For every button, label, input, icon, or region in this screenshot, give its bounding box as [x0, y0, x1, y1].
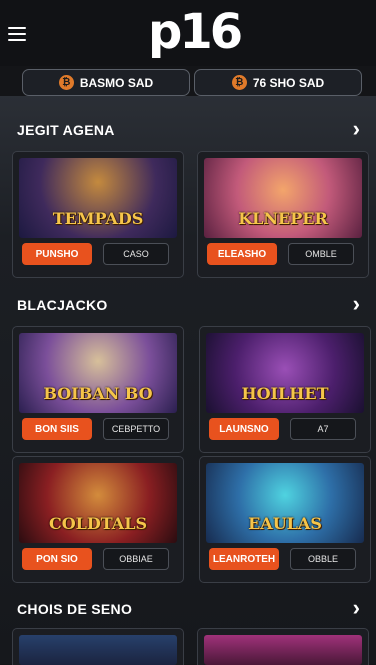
- secondary-button[interactable]: CEBPETTO: [103, 418, 169, 440]
- hamburger-menu-icon[interactable]: [8, 27, 26, 41]
- chevron-right-icon[interactable]: ›: [353, 293, 360, 315]
- play-button[interactable]: BON SIIS: [22, 418, 92, 440]
- game-title-art: COLDTALS: [48, 514, 148, 533]
- game-card[interactable]: BOIBAN BO BON SIIS CEBPETTO: [12, 326, 184, 453]
- play-button[interactable]: PUNSHO: [22, 243, 92, 265]
- game-card[interactable]: COLDTALS PON SIO OBBIAE: [12, 456, 184, 583]
- coin-icon: ₿: [231, 75, 247, 90]
- balance-pill-1[interactable]: ₿ BASMO SAD: [22, 69, 190, 96]
- play-button[interactable]: LEANROTEH: [209, 548, 279, 570]
- secondary-button[interactable]: OBBIAE: [103, 548, 169, 570]
- game-title-art: KLNEPER: [238, 209, 328, 228]
- game-thumbnail[interactable]: EAULAS: [206, 463, 364, 543]
- game-card-partial[interactable]: [197, 628, 369, 665]
- game-thumbnail[interactable]: BOIBAN BO: [19, 333, 177, 413]
- balance-pill-2[interactable]: ₿ 76 SHO SAD: [194, 69, 362, 96]
- play-button[interactable]: ELEASHO: [207, 243, 277, 265]
- game-thumbnail[interactable]: KLNEPER: [204, 158, 362, 238]
- game-card-partial[interactable]: [12, 628, 184, 665]
- secondary-button[interactable]: A7: [290, 418, 356, 440]
- game-card[interactable]: EAULAS LEANROTEH OBBLE: [199, 456, 371, 583]
- balance-label: 76 SHO SAD: [252, 75, 325, 90]
- game-thumbnail[interactable]: [19, 635, 177, 665]
- section-title-2: BLACJACKO: [17, 297, 108, 313]
- play-button[interactable]: LAUNSNO: [209, 418, 279, 440]
- game-title-art: EAULAS: [248, 514, 322, 533]
- game-title-art: HOILHET: [241, 384, 329, 403]
- game-thumbnail[interactable]: HOILHET: [206, 333, 364, 413]
- game-card[interactable]: KLNEPER ELEASHO OMBLE: [197, 151, 369, 278]
- chevron-right-icon[interactable]: ›: [353, 597, 360, 619]
- secondary-button[interactable]: OBBLE: [290, 548, 356, 570]
- game-thumbnail[interactable]: [204, 635, 362, 665]
- section-title-1: JEGIT AGENA: [17, 122, 115, 138]
- secondary-button[interactable]: CASO: [103, 243, 169, 265]
- game-thumbnail[interactable]: TEMPADS: [19, 158, 177, 238]
- game-card[interactable]: TEMPADS PUNSHO CASO: [12, 151, 184, 278]
- chevron-right-icon[interactable]: ›: [353, 118, 360, 140]
- game-title-art: BOIBAN BO: [43, 384, 153, 403]
- site-logo[interactable]: p16: [148, 4, 243, 60]
- section-title-3: CHOIS DE SENO: [17, 601, 133, 617]
- play-button[interactable]: PON SIO: [22, 548, 92, 570]
- game-card[interactable]: HOILHET LAUNSNO A7: [199, 326, 371, 453]
- secondary-button[interactable]: OMBLE: [288, 243, 354, 265]
- coin-icon: ₿: [58, 75, 74, 90]
- game-title-art: TEMPADS: [52, 209, 144, 228]
- game-thumbnail[interactable]: COLDTALS: [19, 463, 177, 543]
- balance-label: BASMO SAD: [79, 75, 154, 90]
